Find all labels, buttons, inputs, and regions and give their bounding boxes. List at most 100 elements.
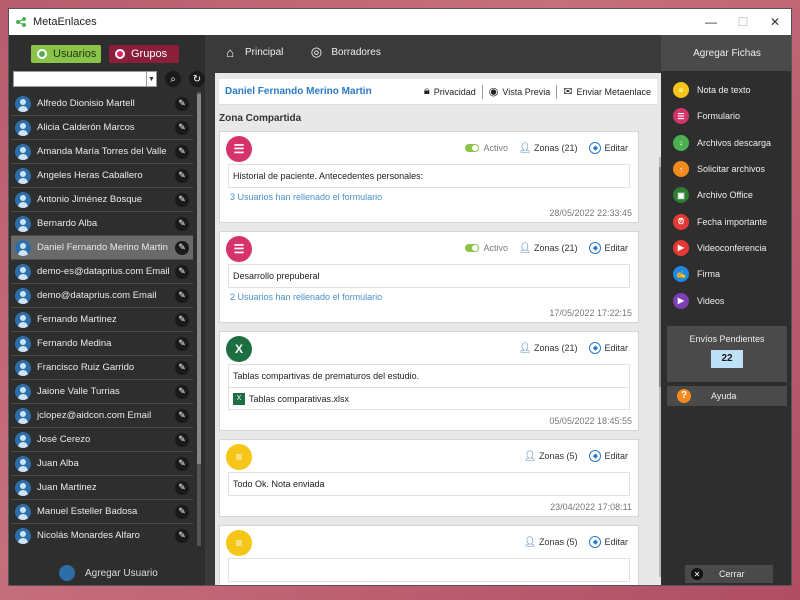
content-card: ☰ Activo 👤︎ Zonas (21) ◆ Editar Historial de p… bbox=[219, 131, 639, 223]
user-avatar-icon bbox=[15, 335, 31, 352]
edit-pencil-icon[interactable]: ✎ bbox=[175, 120, 189, 135]
responses-link[interactable]: 3 Usuarios han rellenado el formulario bbox=[230, 192, 628, 202]
user-name: Amanda María Torres del Valle bbox=[37, 146, 167, 157]
user-panel: Usuarios Grupos ▼ ⌕ ↻ Alfredo Dionisio M… bbox=[9, 35, 205, 585]
help-button[interactable]: ? Ayuda bbox=[667, 385, 787, 406]
zones-button[interactable]: 👤︎ Zonas (5) bbox=[523, 450, 578, 462]
maximize-button[interactable]: ☐ bbox=[727, 9, 759, 35]
edit-pencil-icon[interactable]: ✎ bbox=[175, 504, 189, 519]
add-card-signature[interactable]: ✍ Firma bbox=[661, 261, 791, 287]
user-avatar-icon bbox=[15, 527, 31, 544]
privacy-button[interactable]: 🔒︎ Privacidad bbox=[418, 85, 482, 99]
add-card-upload-request[interactable]: ↑ Solicitar archivos bbox=[661, 156, 791, 182]
tab-groups[interactable]: Grupos bbox=[109, 45, 179, 63]
edit-card-button[interactable]: ◆ Editar bbox=[589, 450, 628, 462]
active-toggle[interactable]: Activo bbox=[465, 143, 508, 153]
user-list-item[interactable]: jclopez@aidcon.com Email ✎ bbox=[11, 404, 193, 428]
user-list-item[interactable]: Amanda María Torres del Valle ✎ bbox=[11, 140, 193, 164]
user-list-scrollbar[interactable] bbox=[197, 92, 201, 546]
close-window-button[interactable]: ✕ bbox=[759, 9, 791, 35]
close-button[interactable]: ✕ Cerrar bbox=[685, 565, 773, 583]
edit-pencil-icon[interactable]: ✎ bbox=[175, 264, 189, 279]
user-list-item[interactable]: Manuel Esteller Badosa ✎ bbox=[11, 500, 193, 524]
edit-pencil-icon[interactable]: ✎ bbox=[175, 432, 189, 447]
user-list-item[interactable]: Juan Martinez ✎ bbox=[11, 476, 193, 500]
user-list-item[interactable]: Bernardo Alba ✎ bbox=[11, 212, 193, 236]
edit-pencil-icon[interactable]: ✎ bbox=[175, 336, 189, 351]
user-list-item[interactable]: demo-es@dataprius.com Email ✎ bbox=[11, 260, 193, 284]
user-list-item[interactable]: Daniel Fernando Merino Martin ✎ bbox=[11, 236, 193, 260]
edit-pencil-icon[interactable]: ✎ bbox=[175, 456, 189, 471]
edit-pencil-icon[interactable]: ✎ bbox=[175, 528, 189, 543]
user-list-item[interactable]: demo@dataprius.com Email ✎ bbox=[11, 284, 193, 308]
user-list-item[interactable]: Francisco Ruiz Garrido ✎ bbox=[11, 356, 193, 380]
user-list-item[interactable]: Antonio Jiménez Bosque ✎ bbox=[11, 188, 193, 212]
nav-drafts[interactable]: ◎ Borradores bbox=[309, 44, 381, 59]
add-card-video-call[interactable]: ▶ Videoconferencia bbox=[661, 235, 791, 261]
edit-pencil-icon[interactable]: ✎ bbox=[175, 408, 189, 423]
send-metaenlace-button[interactable]: ✉ Enviar Metaenlace bbox=[556, 84, 657, 99]
user-zone-icon: 👤︎ bbox=[523, 536, 537, 548]
user-zone-icon: 👤︎ bbox=[518, 342, 532, 354]
add-user-button[interactable]: Agregar Usuario bbox=[59, 565, 158, 581]
compass-edit-icon: ◆ bbox=[589, 242, 602, 254]
zones-button[interactable]: 👤︎ Zonas (5) bbox=[523, 536, 578, 548]
edit-card-button[interactable]: ◆ Editar bbox=[589, 142, 628, 154]
edit-card-button[interactable]: ◆ Editar bbox=[589, 242, 628, 254]
edit-pencil-icon[interactable]: ✎ bbox=[175, 360, 189, 375]
active-label: Activo bbox=[483, 243, 508, 253]
search-icon[interactable]: ⌕ bbox=[165, 71, 181, 87]
add-card-label: Archivos descarga bbox=[697, 137, 772, 148]
add-card-note[interactable]: ≡ Nota de texto bbox=[661, 77, 791, 103]
user-list-item[interactable]: Alfredo Dionisio Martell ✎ bbox=[11, 92, 193, 116]
edit-card-button[interactable]: ◆ Editar bbox=[589, 342, 628, 354]
compass-edit-icon: ◆ bbox=[589, 450, 602, 462]
user-list-item[interactable]: Fernando Martinez ✎ bbox=[11, 308, 193, 332]
add-card-office[interactable]: ▣ Archivo Office bbox=[661, 182, 791, 208]
zones-label: Zonas (21) bbox=[533, 343, 578, 353]
minimize-button[interactable]: — bbox=[695, 9, 727, 35]
user-search-input[interactable] bbox=[13, 71, 147, 87]
edit-pencil-icon[interactable]: ✎ bbox=[175, 384, 189, 399]
add-card-video[interactable]: ▶ Videos bbox=[661, 287, 791, 313]
refresh-icon[interactable]: ↻ bbox=[189, 71, 205, 87]
add-card-alarm[interactable]: ⏰︎ Fecha importante bbox=[661, 208, 791, 234]
user-list-item[interactable]: Jaione Valle Turrias ✎ bbox=[11, 380, 193, 404]
attached-file[interactable]: X Tablas comparativas.xlsx bbox=[228, 388, 630, 410]
user-list-item[interactable]: Fernando Medina ✎ bbox=[11, 332, 193, 356]
user-list-item[interactable]: Angeles Heras Caballero ✎ bbox=[11, 164, 193, 188]
edit-pencil-icon[interactable]: ✎ bbox=[175, 312, 189, 327]
tab-users[interactable]: Usuarios bbox=[31, 45, 101, 63]
edit-pencil-icon[interactable]: ✎ bbox=[175, 144, 189, 159]
edit-pencil-icon[interactable]: ✎ bbox=[175, 480, 189, 495]
edit-pencil-icon[interactable]: ✎ bbox=[175, 288, 189, 303]
zones-button[interactable]: 👤︎ Zonas (21) bbox=[519, 143, 578, 154]
nav-home[interactable]: ⌂ Principal bbox=[223, 45, 283, 60]
zones-button[interactable]: 👤︎ Zonas (21) bbox=[519, 243, 578, 254]
edit-pencil-icon[interactable]: ✎ bbox=[175, 240, 189, 255]
user-list-item[interactable]: Juan Alba ✎ bbox=[11, 452, 193, 476]
edit-pencil-icon[interactable]: ✎ bbox=[175, 216, 189, 231]
user-name: Fernando Martinez bbox=[37, 314, 117, 325]
user-list-item[interactable]: José Cerezo ✎ bbox=[11, 428, 193, 452]
active-toggle[interactable]: Activo bbox=[465, 243, 508, 253]
edit-pencil-icon[interactable]: ✎ bbox=[175, 96, 189, 111]
app-window: MetaEnlaces — ☐ ✕ Usuarios Grupos ▼ ⌕ ↻ … bbox=[8, 8, 792, 586]
responses-link[interactable]: 2 Usuarios han rellenado el formulario bbox=[230, 292, 628, 302]
zones-button[interactable]: 👤︎ Zonas (21) bbox=[518, 342, 578, 354]
user-list-item[interactable]: Alicia Calderón Marcos ✎ bbox=[11, 116, 193, 140]
search-dropdown-icon[interactable]: ▼ bbox=[147, 71, 157, 87]
user-avatar-icon bbox=[15, 263, 31, 280]
edit-pencil-icon[interactable]: ✎ bbox=[175, 192, 189, 207]
edit-card-button[interactable]: ◆ Editar bbox=[589, 536, 628, 548]
add-card-form[interactable]: ☰ Formulario bbox=[661, 103, 791, 129]
edit-pencil-icon[interactable]: ✎ bbox=[175, 168, 189, 183]
user-avatar-icon bbox=[15, 119, 31, 136]
user-zone-icon: 👤︎ bbox=[523, 450, 537, 462]
user-list-item[interactable]: Nicolás Monardes Alfaro ✎ bbox=[11, 524, 193, 546]
card-date: 17/05/2022 17:22:15 bbox=[549, 308, 632, 318]
preview-button[interactable]: ◉ Vista Previa bbox=[481, 84, 556, 99]
user-avatar-icon bbox=[15, 455, 31, 472]
add-card-download[interactable]: ↓ Archivos descarga bbox=[661, 130, 791, 156]
window-title: MetaEnlaces bbox=[33, 16, 97, 28]
